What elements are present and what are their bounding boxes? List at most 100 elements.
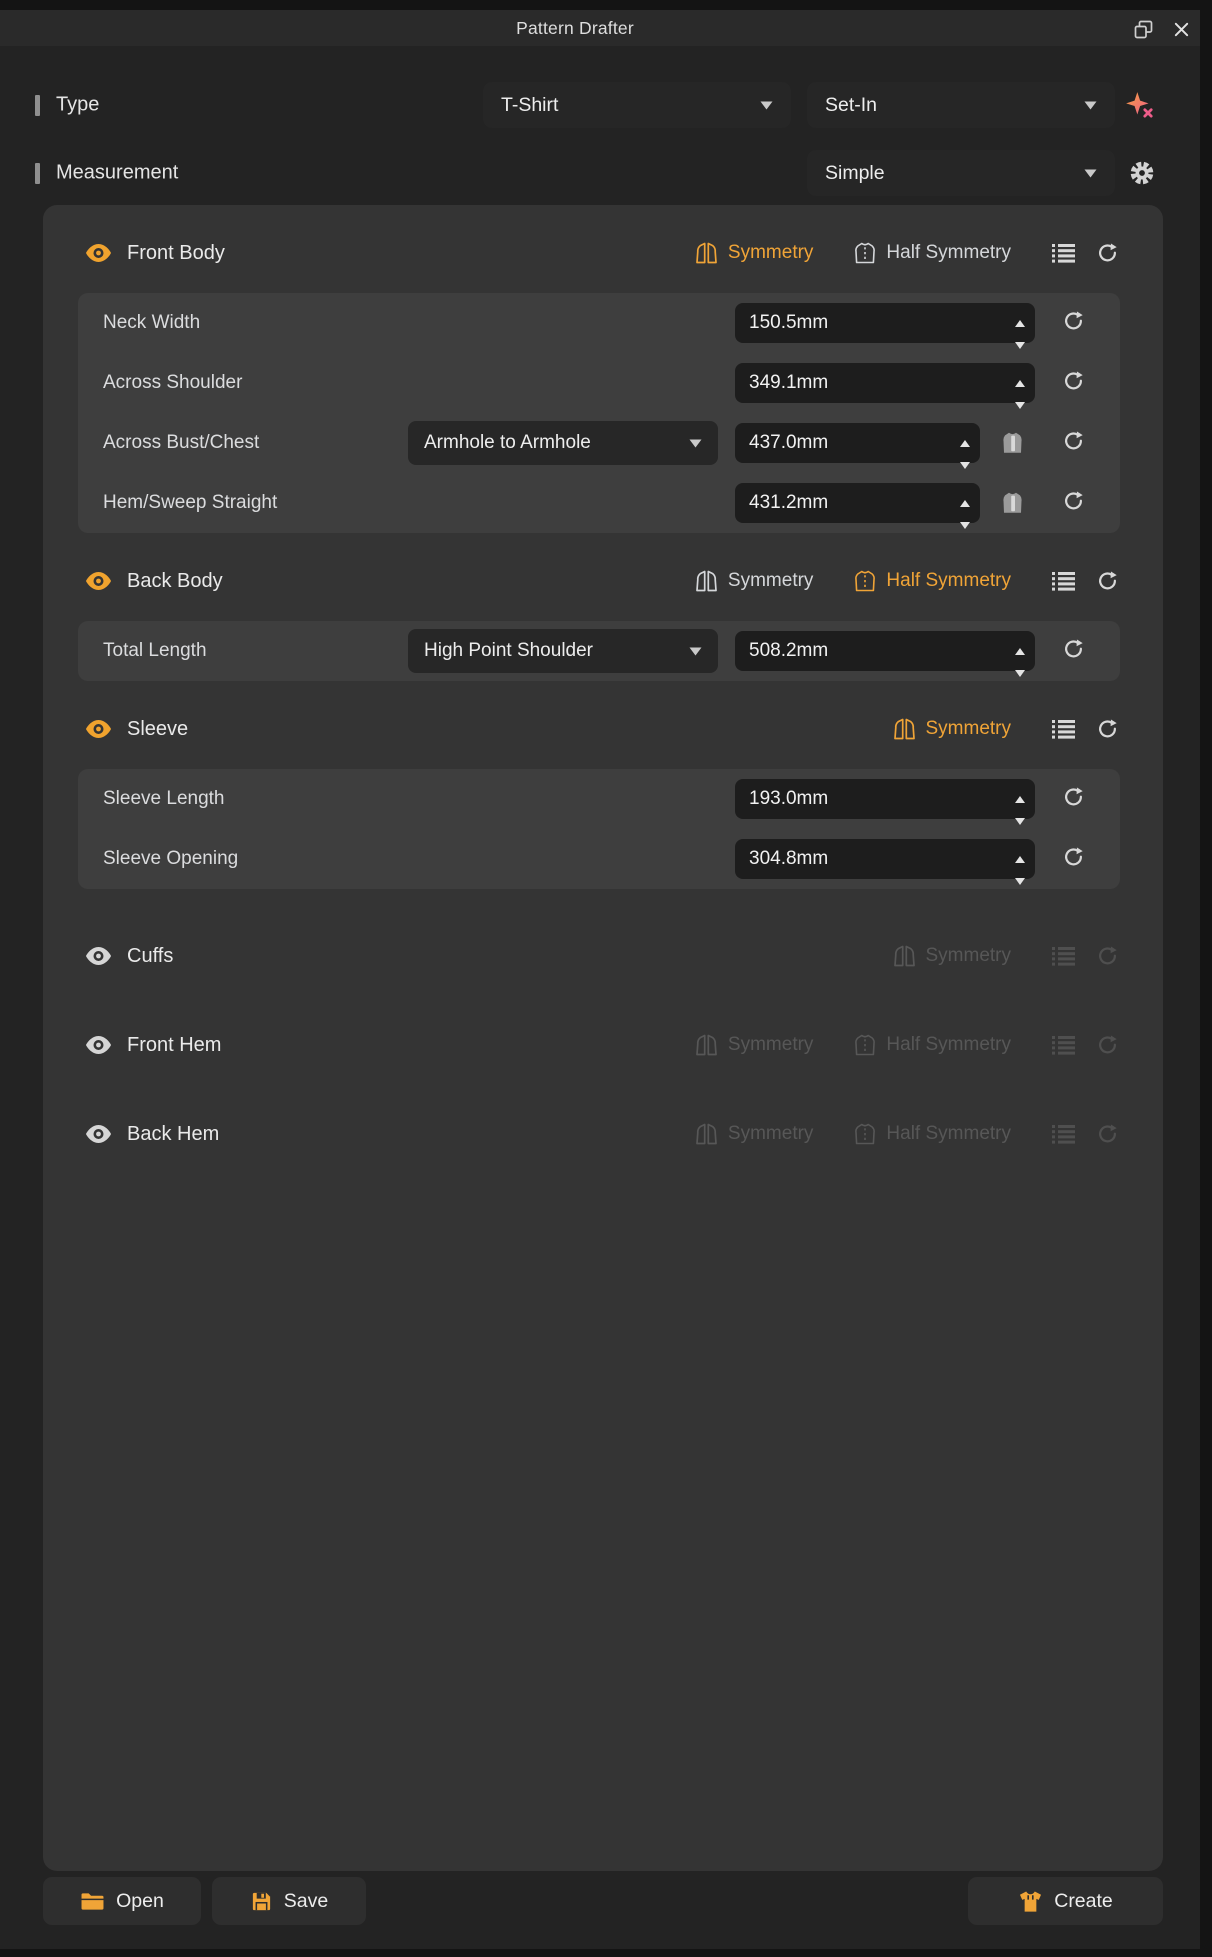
measurement-input[interactable]: 431.2mm: [735, 483, 980, 529]
section-header: Back Body Symmetry Half Symmetry: [43, 561, 1163, 601]
stepper-arrows[interactable]: [1015, 839, 1025, 885]
section-title: Front Hem: [127, 1033, 222, 1056]
create-button[interactable]: Create: [968, 1877, 1163, 1925]
visibility-eye-icon[interactable]: [85, 1035, 112, 1055]
reset-value-icon[interactable]: [1062, 786, 1085, 809]
reset-value-icon[interactable]: [1062, 846, 1085, 869]
step-down-icon[interactable]: [1015, 661, 1025, 683]
measurement-value: 150.5mm: [749, 312, 829, 333]
section-marker: [35, 95, 40, 116]
section-controls: Symmetry Half Symmetry: [694, 1123, 1119, 1146]
symmetry-toggle[interactable]: Symmetry: [694, 570, 813, 592]
measure-on-avatar-icon[interactable]: [1001, 491, 1028, 515]
step-down-icon[interactable]: [1015, 869, 1025, 891]
reset-value-icon[interactable]: [1062, 310, 1085, 333]
symmetry-toggle[interactable]: Symmetry: [694, 242, 814, 264]
garment-type-select[interactable]: T-Shirt: [483, 82, 791, 128]
step-up-icon[interactable]: [1015, 371, 1025, 393]
measurement-row: Sleeve Opening 304.8mm: [78, 829, 1120, 889]
visibility-eye-icon[interactable]: [85, 719, 112, 739]
section-controls: Symmetry Half Symmetry: [694, 242, 1119, 265]
section-title: Back Body: [127, 569, 223, 592]
reference-select[interactable]: High Point Shoulder: [408, 629, 718, 673]
measurement-group: Total Length High Point Shoulder 508.2mm: [78, 621, 1120, 681]
measurement-mode-select[interactable]: Simple: [807, 150, 1115, 196]
half-symmetry-label: Half Symmetry: [886, 1123, 1011, 1144]
symmetry-toggle[interactable]: Symmetry: [892, 718, 1012, 740]
stepper-arrows[interactable]: [1015, 631, 1025, 677]
reset-section-icon: [1096, 945, 1119, 968]
section-header: Cuffs Symmetry: [43, 936, 1163, 976]
close-icon[interactable]: [1170, 18, 1192, 40]
type-row: Type T-Shirt Set-In: [0, 82, 1200, 128]
float-window-icon[interactable]: [1132, 18, 1154, 40]
gear-icon[interactable]: [1128, 159, 1156, 187]
magic-sparkle-off-icon[interactable]: [1124, 90, 1156, 122]
garment-type-value: T-Shirt: [501, 93, 559, 116]
step-up-icon[interactable]: [1015, 787, 1025, 809]
section-marker: [35, 163, 40, 184]
stepper-arrows[interactable]: [1015, 303, 1025, 349]
measurement-list-icon[interactable]: [1051, 718, 1076, 740]
open-button[interactable]: Open: [43, 1877, 201, 1925]
section-controls: Symmetry Half Symmetry: [694, 570, 1119, 593]
visibility-eye-icon[interactable]: [85, 243, 112, 263]
symmetry-label: Symmetry: [925, 718, 1012, 739]
save-floppy-icon: [250, 1890, 273, 1913]
step-down-icon[interactable]: [1015, 809, 1025, 831]
step-down-icon[interactable]: [960, 453, 970, 475]
measurement-list-icon[interactable]: [1051, 570, 1076, 592]
half-symmetry-toggle[interactable]: Half Symmetry: [853, 570, 1011, 592]
step-up-icon[interactable]: [960, 491, 970, 513]
step-up-icon[interactable]: [1015, 311, 1025, 333]
measurement-group: Sleeve Length 193.0mm Sleeve Opening 304.8m…: [78, 769, 1120, 889]
stepper-arrows[interactable]: [960, 483, 970, 529]
reference-select[interactable]: Armhole to Armhole: [408, 421, 718, 465]
stepper-arrows[interactable]: [1015, 363, 1025, 409]
step-up-icon[interactable]: [960, 431, 970, 453]
measurement-input[interactable]: 508.2mm: [735, 631, 1035, 677]
measurement-row: Measurement Simple: [0, 150, 1200, 196]
reset-section-icon[interactable]: [1096, 570, 1119, 593]
section-tools: [1051, 718, 1119, 741]
half-symmetry-toggle: Half Symmetry: [853, 1034, 1011, 1056]
step-up-icon[interactable]: [1015, 847, 1025, 869]
measurement-input[interactable]: 193.0mm: [735, 779, 1035, 825]
reset-value-icon[interactable]: [1062, 638, 1085, 661]
section-controls: Symmetry: [892, 945, 1120, 968]
step-up-icon[interactable]: [1015, 639, 1025, 661]
footer: Open Save Create: [0, 1877, 1200, 1925]
visibility-eye-icon[interactable]: [85, 946, 112, 966]
titlebar[interactable]: Pattern Drafter: [0, 10, 1200, 46]
visibility-eye-icon[interactable]: [85, 1124, 112, 1144]
measurement-input[interactable]: 437.0mm: [735, 423, 980, 469]
reference-value: Armhole to Armhole: [424, 432, 591, 453]
step-down-icon[interactable]: [960, 513, 970, 535]
measurement-input[interactable]: 150.5mm: [735, 303, 1035, 349]
sleeve-style-select[interactable]: Set-In: [807, 82, 1115, 128]
measurement-value: 508.2mm: [749, 640, 829, 661]
reset-section-icon[interactable]: [1096, 718, 1119, 741]
measurement-input[interactable]: 349.1mm: [735, 363, 1035, 409]
stepper-arrows[interactable]: [1015, 779, 1025, 825]
symmetry-label: Symmetry: [727, 242, 814, 263]
measurement-input[interactable]: 304.8mm: [735, 839, 1035, 885]
visibility-eye-icon[interactable]: [85, 571, 112, 591]
reset-value-icon[interactable]: [1062, 430, 1085, 453]
step-down-icon[interactable]: [1015, 393, 1025, 415]
measurement-name: Neck Width: [103, 312, 201, 333]
save-button[interactable]: Save: [212, 1877, 366, 1925]
step-down-icon[interactable]: [1015, 333, 1025, 355]
reset-value-icon[interactable]: [1062, 370, 1085, 393]
reset-value-icon[interactable]: [1062, 490, 1085, 513]
measure-on-avatar-icon[interactable]: [1001, 431, 1028, 455]
reset-section-icon[interactable]: [1096, 242, 1119, 265]
stepper-arrows[interactable]: [960, 423, 970, 469]
measurement-panel: Front Body Symmetry Half Symmetry Neck Widt…: [43, 205, 1163, 1871]
tshirt-icon: [1018, 1890, 1043, 1913]
measurement-list-icon[interactable]: [1051, 242, 1076, 264]
reset-section-icon: [1096, 1123, 1119, 1146]
half-symmetry-toggle[interactable]: Half Symmetry: [853, 242, 1011, 264]
measurement-name: Hem/Sweep Straight: [103, 492, 278, 513]
symmetry-icon: [694, 1034, 719, 1056]
